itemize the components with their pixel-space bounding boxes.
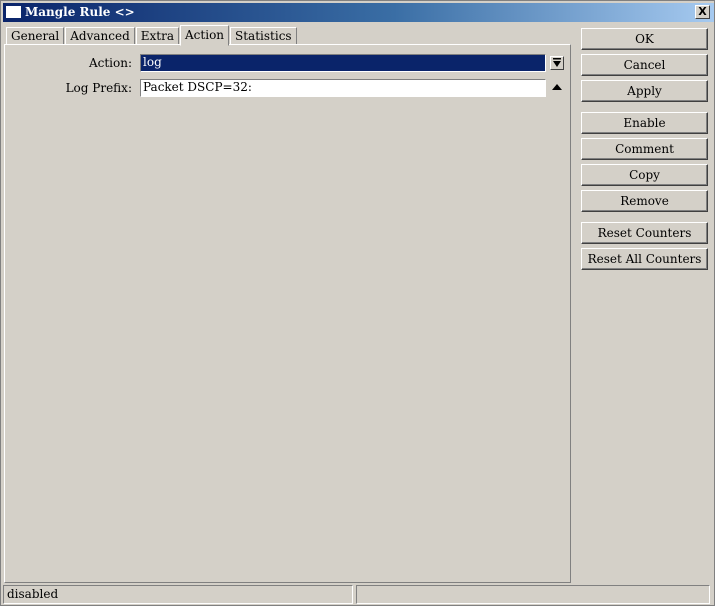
status-bar: disabled bbox=[3, 585, 714, 604]
tab-bar: General Advanced Extra Action Statistics bbox=[6, 25, 298, 46]
log-prefix-label: Log Prefix: bbox=[65, 81, 132, 95]
enable-button[interactable]: Enable bbox=[581, 112, 708, 134]
action-label: Action: bbox=[88, 56, 132, 70]
apply-button[interactable]: Apply bbox=[581, 80, 708, 102]
mangle-rule-window: Mangle Rule <> X General Advanced Extra … bbox=[0, 0, 715, 606]
reset-counters-button[interactable]: Reset Counters bbox=[581, 222, 708, 244]
tab-general[interactable]: General bbox=[6, 27, 65, 45]
triangle-up-icon[interactable] bbox=[551, 82, 563, 94]
title-bar[interactable]: Mangle Rule <> X bbox=[3, 3, 714, 22]
copy-button[interactable]: Copy bbox=[581, 164, 708, 186]
tab-advanced[interactable]: Advanced bbox=[65, 27, 135, 45]
window-title: Mangle Rule <> bbox=[25, 5, 135, 19]
remove-button[interactable]: Remove bbox=[581, 190, 708, 212]
window-icon bbox=[6, 6, 21, 18]
cancel-button[interactable]: Cancel bbox=[581, 54, 708, 76]
status-secondary bbox=[356, 585, 710, 604]
action-select[interactable]: log bbox=[140, 54, 546, 72]
ok-button[interactable]: OK bbox=[581, 28, 708, 50]
dropdown-arrow-icon[interactable] bbox=[550, 56, 564, 70]
reset-all-counters-button[interactable]: Reset All Counters bbox=[581, 248, 708, 270]
tab-action[interactable]: Action bbox=[180, 25, 230, 46]
tab-extra[interactable]: Extra bbox=[135, 27, 180, 45]
comment-button[interactable]: Comment bbox=[581, 138, 708, 160]
tab-statistics[interactable]: Statistics bbox=[230, 27, 297, 45]
log-prefix-input[interactable]: Packet DSCP=32: bbox=[140, 79, 546, 97]
status-state: disabled bbox=[3, 585, 353, 604]
action-tab-panel: Action: log Log Prefix: Packet DSCP=32: bbox=[4, 44, 571, 583]
close-button[interactable]: X bbox=[695, 5, 710, 19]
